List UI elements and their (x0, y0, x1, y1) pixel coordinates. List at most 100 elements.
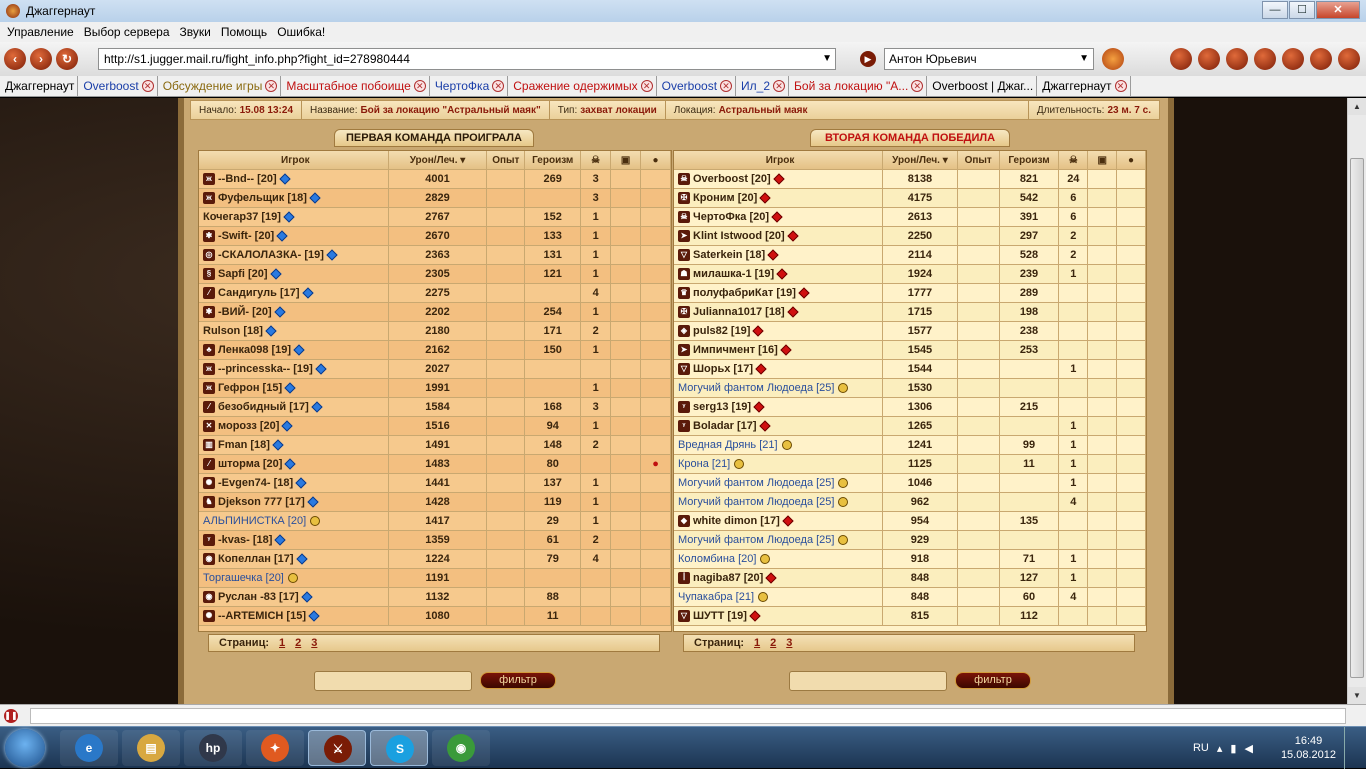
volume-icon[interactable]: ◀ (1244, 742, 1252, 755)
player-name[interactable]: -Evgen74- [18] (218, 477, 293, 489)
player-name[interactable]: Кочегар37 [19] (203, 211, 281, 223)
menu-item-manage[interactable]: Управление (2, 25, 79, 39)
player-name[interactable]: Sapfi [20] (218, 268, 268, 280)
clan-icon[interactable]: ▽ (678, 363, 690, 375)
notes-icon[interactable] (1226, 48, 1248, 70)
tab-5[interactable]: Сражение одержимых ✕ (508, 76, 657, 96)
player-info-icon[interactable] (752, 325, 765, 337)
player-info-icon[interactable] (284, 382, 296, 394)
close-button[interactable]: ✕ (1316, 1, 1360, 19)
tab-10[interactable]: Джаггернаут ✕ (1037, 76, 1131, 96)
player-info-icon[interactable] (293, 344, 305, 356)
player-info-icon[interactable] (272, 439, 284, 451)
col-damage-header[interactable]: Урон/Леч. ▾ (883, 151, 958, 169)
clan-icon[interactable]: ♞ (203, 496, 215, 508)
player-info-icon[interactable] (787, 306, 799, 318)
close-tab-icon[interactable]: ✕ (265, 80, 278, 92)
player-name[interactable]: -СКАЛОЛАЗКА- [19] (218, 249, 324, 261)
minimize-button[interactable]: — (1262, 1, 1288, 19)
player-name[interactable]: --ARTEMICH [15] (218, 610, 306, 622)
player-name[interactable]: полуфабриКат [19] (693, 287, 796, 299)
clan-icon[interactable]: ᵞ (678, 401, 690, 413)
clan-icon[interactable]: ж (203, 192, 215, 204)
team1-filter-button[interactable]: фильтр (480, 672, 556, 689)
player-info-icon[interactable] (269, 268, 282, 280)
chevron-down-icon[interactable]: ▼ (1079, 49, 1089, 69)
info-icon[interactable] (760, 554, 771, 564)
close-tab-icon[interactable]: ✕ (1114, 80, 1127, 92)
player-name[interactable]: ШУТТ [19] (693, 610, 747, 622)
player-name[interactable]: Кроним [20] (693, 192, 757, 204)
player-name[interactable]: Чупакабра [21] (678, 591, 754, 603)
player-name[interactable]: Klint Istwood [20] (693, 230, 785, 242)
player-name[interactable]: Могучий фантом Людоеда [25] (678, 382, 834, 394)
network-icon[interactable]: ▮ (1230, 742, 1236, 755)
tab-7[interactable]: Ил_2 ✕ (736, 76, 790, 96)
team2-filter-button[interactable]: фильтр (955, 672, 1031, 689)
info-icon[interactable] (758, 592, 769, 602)
info-icon[interactable] (838, 478, 849, 488)
tab-9[interactable]: Overboost | Джаг... (927, 76, 1038, 96)
person-icon[interactable] (1254, 48, 1276, 70)
player-info-icon[interactable] (265, 325, 277, 337)
fullscreen-icon[interactable] (1338, 48, 1360, 70)
player-name[interactable]: ЧертоФка [20] (693, 211, 769, 223)
player-info-icon[interactable] (301, 287, 314, 299)
player-info-icon[interactable] (283, 211, 295, 223)
player-info-icon[interactable] (281, 420, 294, 432)
page-link[interactable]: 2 (770, 637, 776, 649)
player-info-icon[interactable] (758, 420, 771, 432)
clan-icon[interactable]: ꟾ (678, 572, 690, 584)
clan-icon[interactable]: ◆ (678, 515, 690, 527)
player-name[interactable]: Saterkein [18] (693, 249, 765, 261)
close-tab-icon[interactable]: ✕ (773, 80, 786, 92)
clan-icon[interactable]: ⁄ (203, 287, 215, 299)
player-name[interactable]: Копеллан [17] (218, 553, 294, 565)
player-info-icon[interactable] (315, 363, 327, 375)
clan-icon[interactable]: ✱ (203, 230, 215, 242)
scroll-down-icon[interactable]: ▼ (1348, 687, 1366, 704)
clan-icon[interactable]: ▽ (678, 610, 690, 622)
chevron-down-icon[interactable]: ▼ (822, 49, 832, 69)
player-info-icon[interactable] (278, 173, 291, 185)
menu-item-sounds[interactable]: Звуки (175, 25, 216, 39)
chrome-taskbar-button[interactable]: ◉ (432, 730, 490, 766)
player-name[interactable]: serg13 [19] (693, 401, 751, 413)
player-name[interactable]: Гефрон [15] (218, 382, 282, 394)
stop-icon[interactable]: ❚❚ (4, 709, 18, 723)
clan-icon[interactable]: ✺ (203, 610, 215, 622)
clan-icon[interactable]: ▽ (678, 249, 690, 261)
clan-icon[interactable]: ✠ (678, 192, 690, 204)
player-name[interactable]: Julianna1017 [18] (693, 306, 785, 318)
player-info-icon[interactable] (753, 401, 765, 413)
explorer-taskbar-button[interactable]: ▤ (122, 730, 180, 766)
film-icon[interactable] (1310, 48, 1332, 70)
player-name[interactable]: white dimon [17] (693, 515, 780, 527)
player-info-icon[interactable] (284, 458, 297, 470)
refresh-icon[interactable]: ↻ (56, 48, 78, 70)
info-icon[interactable] (838, 497, 849, 507)
col-damage-header[interactable]: Урон/Леч. ▾ (388, 151, 488, 169)
player-name[interactable]: АЛЬПИНИСТКА [20] (203, 515, 306, 527)
menu-item-help[interactable]: Помощь (216, 25, 272, 39)
player-name[interactable]: Overboost [20] (693, 173, 771, 185)
info-icon[interactable] (734, 459, 745, 469)
tab-1[interactable]: Overboost ✕ (78, 76, 158, 96)
player-info-icon[interactable] (780, 344, 792, 356)
menu-item-server[interactable]: Выбор сервера (79, 25, 175, 39)
camera-icon[interactable] (1282, 48, 1304, 70)
player-info-icon[interactable] (307, 496, 319, 508)
player-name[interactable]: милашка-1 [19] (693, 268, 774, 280)
clan-icon[interactable]: ⁄ (203, 401, 215, 413)
clan-icon[interactable]: ᵞ (678, 420, 690, 432)
player-info-icon[interactable] (767, 249, 779, 261)
close-tab-icon[interactable]: ✕ (911, 80, 924, 92)
player-name[interactable]: -kvas- [18] (218, 534, 272, 546)
close-tab-icon[interactable]: ✕ (141, 80, 154, 92)
player-name[interactable]: Fman [18] (218, 439, 270, 451)
player-name[interactable]: -Swift- [20] (218, 230, 274, 242)
player-name[interactable]: nagiba87 [20] (693, 572, 763, 584)
info-icon[interactable] (838, 535, 849, 545)
info-icon[interactable] (781, 440, 792, 450)
ie-taskbar-button[interactable]: e (60, 730, 118, 766)
